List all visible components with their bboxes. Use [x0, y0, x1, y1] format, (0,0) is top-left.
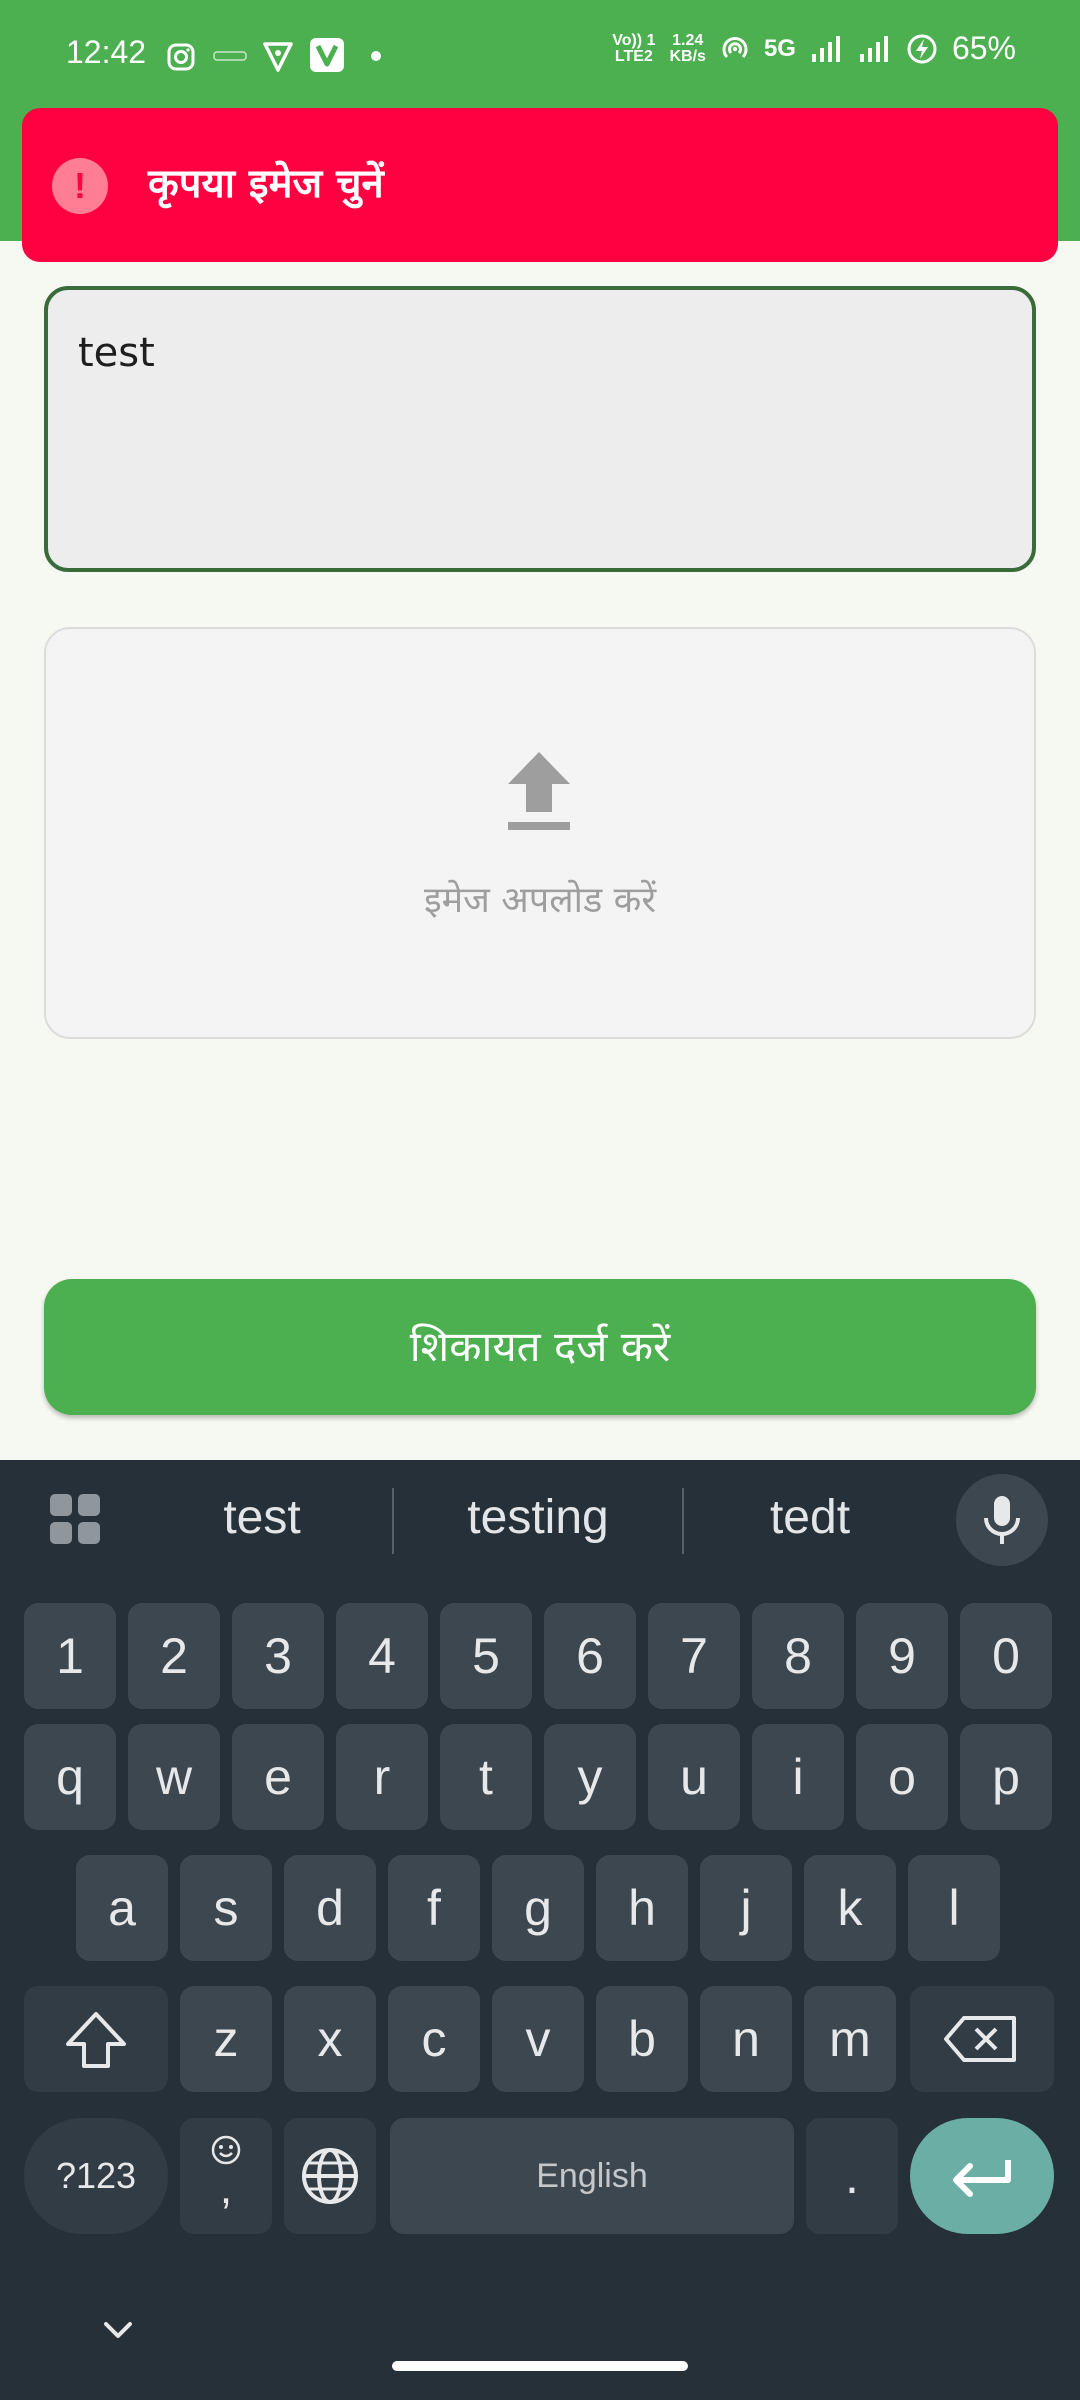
- key-5[interactable]: 5: [440, 1603, 532, 1709]
- volte-indicator: Vo)) 1 LTE2: [612, 31, 656, 65]
- v-app-icon: [310, 38, 344, 72]
- error-icon: !: [52, 158, 108, 214]
- image-upload-box[interactable]: [44, 627, 1036, 1039]
- key-o[interactable]: o: [856, 1724, 948, 1830]
- globe-icon: [302, 2148, 358, 2204]
- shift-key[interactable]: [24, 1986, 168, 2092]
- key-l[interactable]: l: [908, 1855, 1000, 1961]
- key-t[interactable]: t: [440, 1724, 532, 1830]
- symbols-key[interactable]: ?123: [24, 2118, 168, 2234]
- key-z[interactable]: z: [180, 1986, 272, 2092]
- key-u[interactable]: u: [648, 1724, 740, 1830]
- microphone-icon: [984, 1496, 1020, 1544]
- enter-arrow-icon: [953, 2160, 1011, 2197]
- suggestion-3[interactable]: tedt: [720, 1490, 900, 1545]
- backspace-icon: [944, 2016, 1016, 2062]
- key-8[interactable]: 8: [752, 1603, 844, 1709]
- key-v[interactable]: v: [492, 1986, 584, 2092]
- key-s[interactable]: s: [180, 1855, 272, 1961]
- emoji-icon: [211, 2135, 241, 2165]
- voice-input-button[interactable]: [956, 1474, 1048, 1566]
- battery-charging-icon: [907, 34, 937, 63]
- key-d[interactable]: d: [284, 1855, 376, 1961]
- complaint-text-field[interactable]: test: [44, 286, 1036, 572]
- suggestion-divider: [392, 1488, 394, 1554]
- key-h[interactable]: h: [596, 1855, 688, 1961]
- submit-complaint-button[interactable]: शिकायत दर्ज करें: [44, 1279, 1036, 1415]
- key-6[interactable]: 6: [544, 1603, 636, 1709]
- key-j[interactable]: j: [700, 1855, 792, 1961]
- key-g[interactable]: g: [492, 1855, 584, 1961]
- key-c[interactable]: c: [388, 1986, 480, 2092]
- key-1[interactable]: 1: [24, 1603, 116, 1709]
- battery-percent: 65%: [951, 30, 1016, 66]
- key-7[interactable]: 7: [648, 1603, 740, 1709]
- key-9[interactable]: 9: [856, 1603, 948, 1709]
- suggestion-1[interactable]: test: [170, 1490, 354, 1545]
- hide-keyboard-chevron-icon[interactable]: [100, 2318, 136, 2342]
- signal-icon-sim2: [859, 35, 888, 62]
- vpn-shield-icon: [263, 42, 293, 72]
- network-speed: 1.24 KB/s: [669, 31, 706, 65]
- key-p[interactable]: p: [960, 1724, 1052, 1830]
- signal-icon-sim1: [811, 35, 840, 62]
- suggestion-2[interactable]: testing: [420, 1490, 656, 1545]
- key-2[interactable]: 2: [128, 1603, 220, 1709]
- keyboard-menu-grid-icon[interactable]: [50, 1494, 102, 1546]
- key-e[interactable]: e: [232, 1724, 324, 1830]
- key-f[interactable]: f: [388, 1855, 480, 1961]
- network-type: 5G: [763, 34, 796, 62]
- key-y[interactable]: y: [544, 1724, 636, 1830]
- error-message: कृपया इमेज चुनें: [148, 161, 384, 207]
- status-time: 12:42: [66, 34, 147, 70]
- instagram-icon: [167, 43, 195, 71]
- comma-label: ,: [219, 2164, 233, 2213]
- hotspot-icon: [722, 36, 748, 58]
- space-bar[interactable]: English: [390, 2118, 794, 2234]
- app-notification-icon: [213, 51, 247, 61]
- key-3[interactable]: 3: [232, 1603, 324, 1709]
- emoji-comma-key[interactable]: ,: [180, 2118, 272, 2234]
- key-i[interactable]: i: [752, 1724, 844, 1830]
- upload-label: इमेज अपलोड करें: [423, 880, 657, 921]
- language-switch-key[interactable]: [284, 2118, 376, 2234]
- key-x[interactable]: x: [284, 1986, 376, 2092]
- home-indicator[interactable]: [392, 2361, 688, 2371]
- upload-icon: [508, 752, 570, 830]
- enter-key[interactable]: [910, 2118, 1054, 2234]
- status-right-group: Vo)) 1 LTE2 1.24 KB/s 5G 65%: [612, 30, 1016, 67]
- key-q[interactable]: q: [24, 1724, 116, 1830]
- key-a[interactable]: a: [76, 1855, 168, 1961]
- shift-icon: [66, 2012, 126, 2068]
- notification-dot-icon: [371, 51, 381, 61]
- period-key[interactable]: .: [806, 2118, 898, 2234]
- key-b[interactable]: b: [596, 1986, 688, 2092]
- key-m[interactable]: m: [804, 1986, 896, 2092]
- key-w[interactable]: w: [128, 1724, 220, 1830]
- key-k[interactable]: k: [804, 1855, 896, 1961]
- suggestion-divider: [682, 1488, 684, 1554]
- backspace-key[interactable]: [910, 1986, 1054, 2092]
- key-4[interactable]: 4: [336, 1603, 428, 1709]
- key-n[interactable]: n: [700, 1986, 792, 2092]
- key-r[interactable]: r: [336, 1724, 428, 1830]
- key-0[interactable]: 0: [960, 1603, 1052, 1709]
